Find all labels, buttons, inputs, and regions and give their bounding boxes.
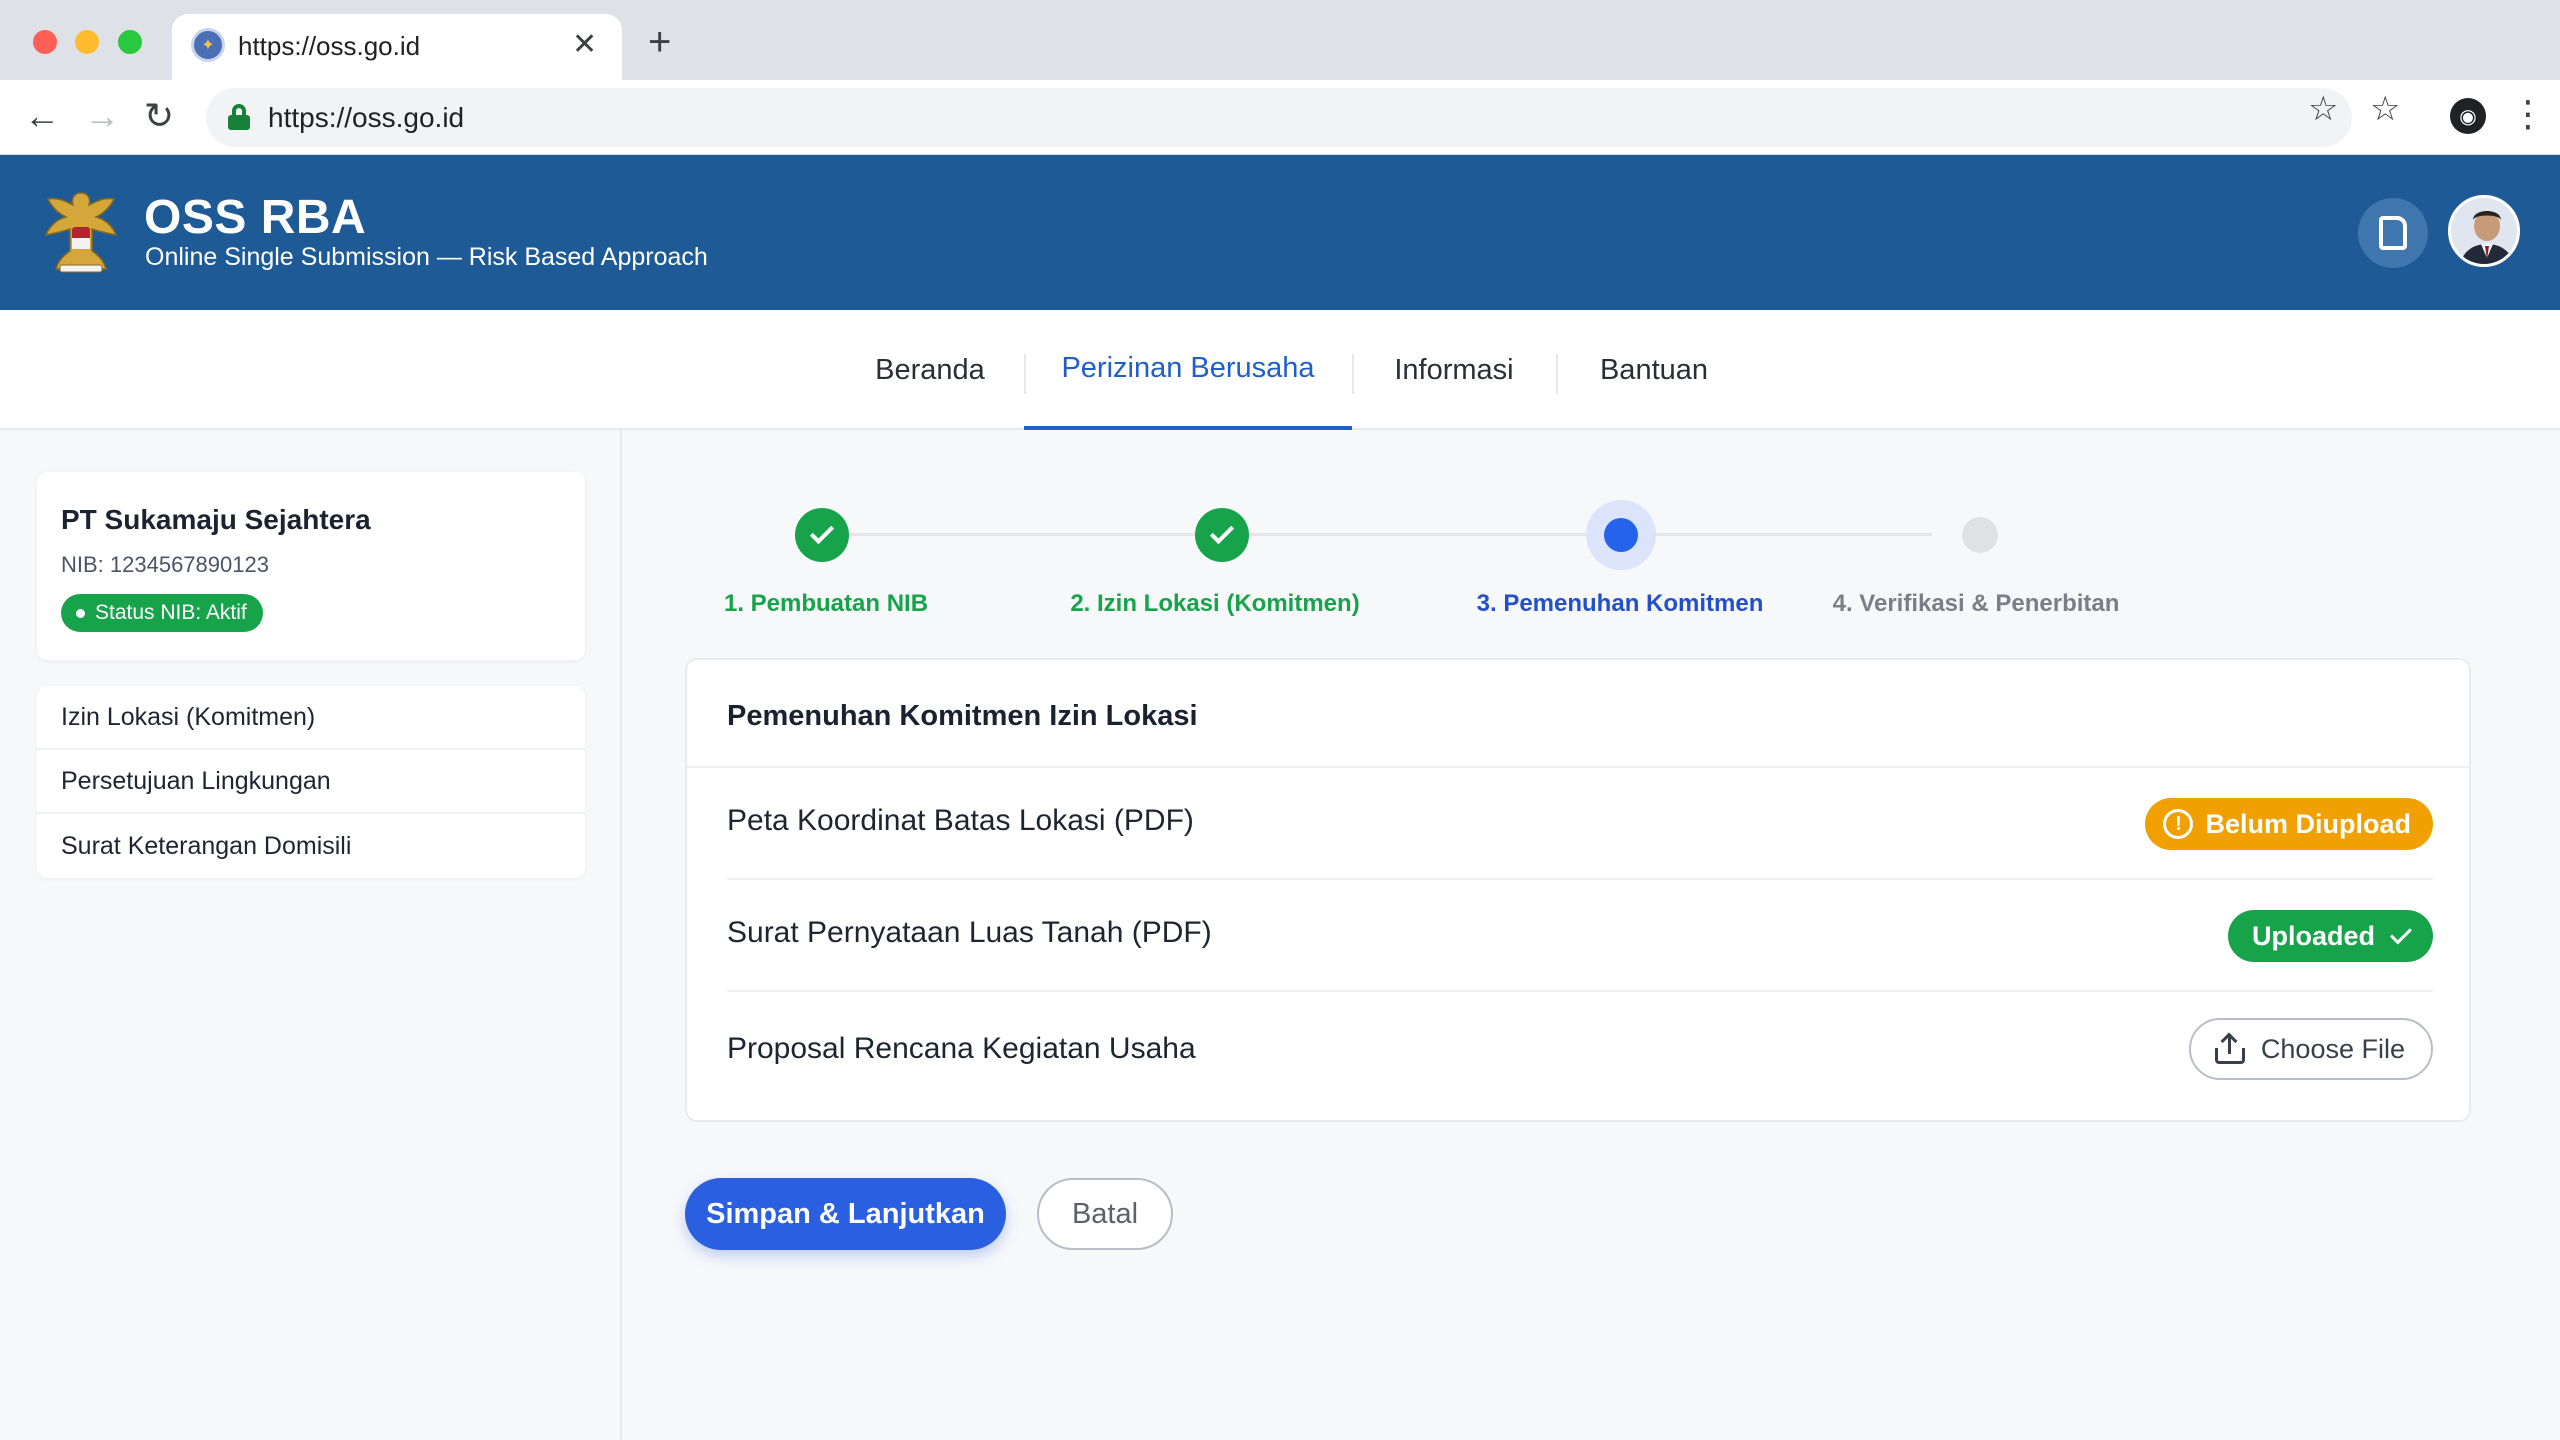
browser-tab[interactable]: ✦ https://oss.go.id ✕ xyxy=(172,14,622,80)
documents-button[interactable] xyxy=(2358,198,2428,268)
minimize-window-button[interactable] xyxy=(75,30,99,54)
nib-status-badge: Status NIB: Aktif xyxy=(61,594,263,632)
app-header: OSS RBA Online Single Submission — Risk … xyxy=(0,155,2560,310)
url-text[interactable]: https://oss.go.id xyxy=(268,102,464,134)
step-2-done-icon xyxy=(1195,508,1249,562)
save-continue-button[interactable]: Simpan & Lanjutkan xyxy=(685,1178,1006,1250)
browser-toolbar: ← → ↻ https://oss.go.id ☆ ☆ ◉ ⋮ xyxy=(0,80,2560,155)
step-4-pending-icon xyxy=(1962,517,1998,553)
check-icon xyxy=(2390,922,2412,944)
nav-informasi[interactable]: Informasi xyxy=(1354,310,1554,430)
document-row: Proposal Rencana Kegiatan Usaha Choose F… xyxy=(727,996,2433,1108)
progress-stepper: 1. Pembuatan NIB 2. Izin Lokasi (Komitme… xyxy=(640,480,2540,640)
user-avatar[interactable] xyxy=(2448,195,2520,267)
tab-strip: ✦ https://oss.go.id ✕ + xyxy=(0,0,2560,80)
nav-perizinan-berusaha[interactable]: Perizinan Berusaha xyxy=(1024,310,1352,430)
not-uploaded-badge: ! Belum Diupload xyxy=(2145,798,2433,850)
step-1-done-icon xyxy=(795,508,849,562)
sidebar-menu: Izin Lokasi (Komitmen) Persetujuan Lingk… xyxy=(37,686,585,878)
document-label: Peta Koordinat Batas Lokasi (PDF) xyxy=(727,804,1194,837)
sidebar-item-surat-domisili[interactable]: Surat Keterangan Domisili xyxy=(37,814,585,878)
nav-bantuan[interactable]: Bantuan xyxy=(1558,310,1750,430)
warning-icon: ! xyxy=(2163,809,2194,839)
not-uploaded-label: Belum Diupload xyxy=(2205,808,2411,839)
zoom-window-button[interactable] xyxy=(118,30,142,54)
company-nib: NIB: 1234567890123 xyxy=(61,552,269,577)
choose-file-label: Choose File xyxy=(2260,1033,2405,1064)
step-3-current-icon xyxy=(1586,500,1656,570)
close-window-button[interactable] xyxy=(33,30,57,54)
sidebar-item-persetujuan-lingkungan[interactable]: Persetujuan Lingkungan xyxy=(37,750,585,814)
garuda-favicon-icon: ✦ xyxy=(191,28,225,62)
new-tab-icon[interactable]: + xyxy=(648,22,671,62)
forward-arrow-icon[interactable]: → xyxy=(84,96,120,136)
cancel-button[interactable]: Batal xyxy=(1037,1178,1173,1250)
user-portrait-icon xyxy=(2451,198,2517,264)
document-icon xyxy=(2379,216,2407,250)
uploaded-badge: Uploaded xyxy=(2227,910,2433,962)
document-row: Peta Koordinat Batas Lokasi (PDF) ! Belu… xyxy=(727,768,2433,880)
stepper-track xyxy=(822,533,1932,536)
company-name: PT Sukamaju Sejahtera xyxy=(61,504,371,535)
company-card: PT Sukamaju Sejahtera NIB: 1234567890123… xyxy=(37,472,585,660)
address-bar[interactable]: https://oss.go.id xyxy=(206,88,2352,147)
close-tab-icon[interactable]: ✕ xyxy=(572,28,597,62)
browser-window: ✦ https://oss.go.id ✕ + ← → ↻ https://os… xyxy=(0,0,2560,1440)
commitment-card: Pemenuhan Komitmen Izin Lokasi Peta Koor… xyxy=(685,658,2471,1122)
main-nav: Beranda Perizinan Berusaha Informasi Ban… xyxy=(0,310,2560,430)
document-label: Proposal Rencana Kegiatan Usaha xyxy=(727,1032,1196,1065)
tab-title: https://oss.go.id xyxy=(238,31,421,61)
upload-icon xyxy=(2214,1032,2245,1064)
app-title: OSS RBA xyxy=(144,191,367,244)
back-arrow-icon[interactable]: ← xyxy=(24,96,60,136)
step-4-label: 4. Verifikasi & Penerbitan xyxy=(1832,590,2120,617)
sidebar-item-izin-lokasi[interactable]: Izin Lokasi (Komitmen) xyxy=(37,686,585,750)
nib-status-label: Status NIB: Aktif xyxy=(95,601,247,624)
card-title: Pemenuhan Komitmen Izin Lokasi xyxy=(727,700,1198,732)
step-2-label: 2. Izin Lokasi (Komitmen) xyxy=(1070,590,1360,617)
step-1-label: 1. Pembuatan NIB xyxy=(723,590,929,617)
app-subtitle: Online Single Submission — Risk Based Ap… xyxy=(145,243,708,271)
status-dot-icon xyxy=(76,609,85,618)
sidebar: PT Sukamaju Sejahtera NIB: 1234567890123… xyxy=(0,430,622,1440)
lock-icon xyxy=(228,104,250,130)
document-label: Surat Pernyataan Luas Tanah (PDF) xyxy=(727,916,1212,949)
document-row: Surat Pernyataan Luas Tanah (PDF) Upload… xyxy=(727,880,2433,992)
garuda-emblem-icon xyxy=(44,192,118,273)
more-menu-icon[interactable]: ⋮ xyxy=(2510,94,2546,134)
row-divider xyxy=(727,990,2433,992)
step-3-label: 3. Pemenuhan Komitmen xyxy=(1476,590,1764,617)
uploaded-label: Uploaded xyxy=(2251,920,2375,951)
choose-file-button[interactable]: Choose File xyxy=(2188,1018,2433,1080)
favorites-star-icon[interactable]: ☆ xyxy=(2370,90,2400,128)
reload-icon[interactable]: ↻ xyxy=(144,96,174,136)
nav-beranda[interactable]: Beranda xyxy=(852,310,1008,430)
bookmark-star-icon[interactable]: ☆ xyxy=(2308,90,2338,128)
profile-icon[interactable]: ◉ xyxy=(2450,98,2486,134)
